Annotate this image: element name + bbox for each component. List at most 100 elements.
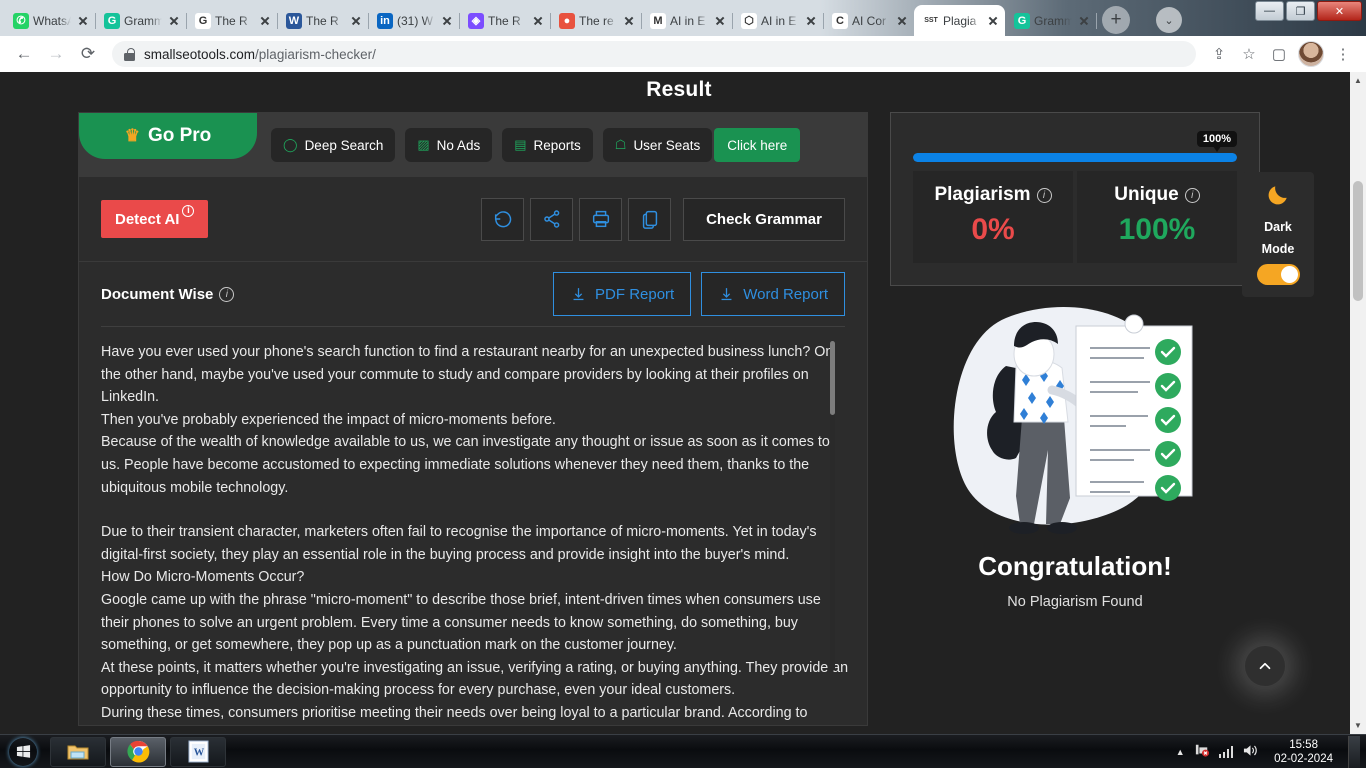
close-tab-icon[interactable]	[1076, 13, 1092, 29]
scrollbar-down-arrow[interactable]: ▼	[1350, 717, 1366, 734]
document-scrollbar-thumb[interactable]	[830, 341, 835, 415]
taskbar-item-word[interactable]: W	[170, 736, 226, 767]
share-page-icon[interactable]: ⇪	[1204, 39, 1234, 69]
check-grammar-button[interactable]: Check Grammar	[683, 197, 845, 241]
browser-tab[interactable]: ● The re	[550, 5, 642, 36]
browser-tab[interactable]: ⬡ AI in E	[732, 5, 824, 36]
clock[interactable]: 15:58 02-02-2024	[1268, 738, 1339, 766]
toggle-knob	[1280, 266, 1298, 283]
profile-avatar[interactable]	[1298, 41, 1324, 67]
taskbar-item-chrome[interactable]	[110, 736, 166, 767]
reload-button[interactable]: ⟳	[72, 38, 104, 70]
tray-expand-icon[interactable]: ▲	[1176, 747, 1185, 757]
tab-search-button[interactable]: ⌄	[1156, 7, 1182, 33]
go-pro-button[interactable]: ♛ Go Pro	[79, 113, 257, 159]
document-text-area[interactable]: Have you ever used your phone's search f…	[101, 327, 848, 725]
tool-icon-group: Check Grammar	[481, 197, 845, 241]
tab-title: AI Cor	[852, 13, 887, 28]
browser-tab[interactable]: ◈ The R	[459, 5, 551, 36]
browser-tab[interactable]: W The R	[277, 5, 369, 36]
print-icon[interactable]	[579, 197, 623, 241]
word-icon: W	[286, 12, 302, 29]
click-here-button[interactable]: Click here	[714, 128, 801, 162]
side-panel-icon[interactable]: ▢	[1264, 39, 1294, 69]
dark-mode-widget[interactable]: Dark Mode	[1242, 172, 1314, 297]
close-tab-icon[interactable]	[75, 13, 91, 29]
browser-tab[interactable]: G Grammarly	[95, 5, 187, 36]
close-window-button[interactable]: ✕	[1317, 1, 1362, 21]
chrome-icon	[126, 740, 149, 763]
pro-feature-deep-search[interactable]: ◯ Deep Search	[271, 128, 396, 162]
browser-tab[interactable]: SST Plagia	[914, 5, 1005, 36]
share-icon[interactable]	[530, 197, 574, 241]
scrollbar-track[interactable]	[1350, 89, 1366, 717]
new-tab-button[interactable]: +	[1102, 6, 1130, 34]
address-bar[interactable]: smallseotools.com/plagiarism-checker/	[112, 41, 1196, 67]
browser-tab[interactable]: M AI in E	[641, 5, 733, 36]
word-report-button[interactable]: Word Report	[701, 272, 845, 316]
info-icon[interactable]: i	[219, 286, 235, 302]
windows-logo-icon	[9, 738, 37, 766]
url-text: smallseotools.com/plagiarism-checker/	[144, 47, 376, 62]
close-tab-icon[interactable]	[166, 13, 182, 29]
dark-mode-toggle[interactable]	[1256, 264, 1300, 285]
bookmark-star-icon[interactable]: ☆	[1234, 39, 1264, 69]
close-tab-icon[interactable]	[985, 13, 1001, 29]
scrollbar-thumb[interactable]	[1353, 181, 1363, 301]
tab-title: The re	[579, 13, 614, 28]
score-card: 100% Plagiarism i 0% Unique i 100%	[890, 112, 1260, 286]
info-icon[interactable]: i	[1184, 187, 1200, 203]
browser-tab[interactable]: ✆ WhatsApp	[4, 5, 96, 36]
document-scrollbar[interactable]	[830, 341, 835, 671]
pro-feature-reports[interactable]: ▤ Reports	[502, 128, 593, 162]
signal-strength-icon[interactable]	[1218, 745, 1234, 758]
start-button[interactable]	[0, 737, 46, 767]
close-tab-icon[interactable]	[712, 13, 728, 29]
close-tab-icon[interactable]	[894, 13, 910, 29]
browser-tab[interactable]: G Gramm	[1005, 5, 1097, 36]
sst-icon: SST	[923, 12, 939, 29]
rewrite-icon[interactable]	[481, 197, 525, 241]
copy-icon[interactable]	[628, 197, 672, 241]
unique-value: 100%	[1118, 213, 1196, 246]
network-icon[interactable]	[1194, 743, 1210, 760]
detect-ai-button[interactable]: Detect AI i	[101, 200, 209, 238]
scrollbar-up-arrow[interactable]: ▲	[1350, 72, 1366, 89]
document-paragraph: During these times, consumers prioritise…	[101, 704, 808, 721]
clock-time: 15:58	[1289, 738, 1318, 751]
scroll-to-top-button[interactable]	[1245, 646, 1285, 686]
go-pro-bar: ♛ Go Pro ◯ Deep Search ▨ No Ads ▤ Reports ☖ Use…	[79, 113, 867, 177]
maximize-button[interactable]: ❐	[1286, 1, 1315, 21]
document-wise-label: Document Wise	[101, 285, 214, 303]
close-tab-icon[interactable]	[439, 13, 455, 29]
progress-bubble: 100%	[1196, 131, 1237, 152]
forward-button[interactable]: →	[40, 38, 72, 70]
pro-feature-user-seats[interactable]: ☖ User Seats	[602, 128, 713, 162]
pdf-report-button[interactable]: PDF Report	[553, 272, 692, 316]
volume-icon[interactable]	[1242, 743, 1259, 761]
congratulation-heading: Congratulation!	[978, 551, 1172, 581]
document-paragraph: Due to their transient character, market…	[101, 524, 817, 563]
close-tab-icon[interactable]	[621, 13, 637, 29]
info-icon[interactable]: i	[182, 205, 195, 217]
browser-tab[interactable]: in (31) W	[368, 5, 460, 36]
taskbar-item-file-explorer[interactable]	[50, 736, 106, 767]
minimize-button[interactable]: —	[1255, 1, 1284, 21]
pro-feature-no-ads[interactable]: ▨ No Ads	[405, 128, 493, 162]
info-icon[interactable]: i	[1036, 187, 1052, 203]
browser-tab[interactable]: C AI Cor	[823, 5, 915, 36]
close-tab-icon[interactable]	[257, 13, 273, 29]
browser-menu-icon[interactable]: ⋮	[1328, 39, 1358, 69]
close-tab-icon[interactable]	[348, 13, 364, 29]
dark-mode-label-line1: Dark	[1264, 220, 1292, 234]
close-tab-icon[interactable]	[803, 13, 819, 29]
clock-date: 02-02-2024	[1274, 752, 1333, 765]
page-scrollbar[interactable]: ▲ ▼	[1350, 72, 1366, 734]
back-button[interactable]: ←	[8, 38, 40, 70]
close-tab-icon[interactable]	[530, 13, 546, 29]
unique-label: Unique	[1114, 184, 1179, 205]
pro-feature-label: No Ads	[436, 137, 481, 153]
browser-tab[interactable]: G The R	[186, 5, 278, 36]
show-desktop-button[interactable]	[1348, 735, 1360, 768]
